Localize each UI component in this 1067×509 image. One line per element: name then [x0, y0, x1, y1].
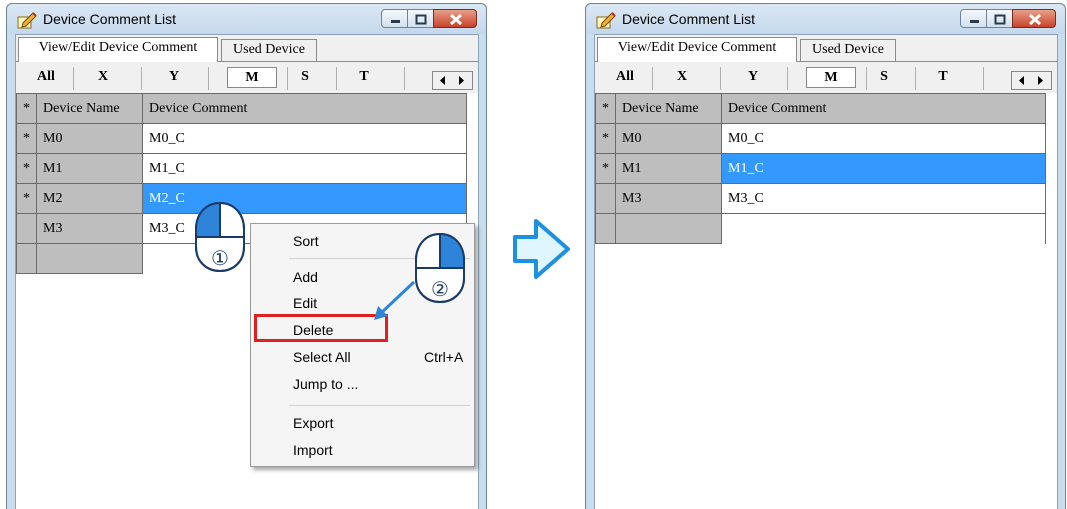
tab-used-device[interactable]: Used Device: [800, 39, 896, 61]
device-type-y[interactable]: Y: [733, 69, 773, 85]
device-type-x[interactable]: X: [662, 69, 702, 85]
table-row[interactable]: M3 M3_C: [595, 183, 1046, 214]
device-name-cell[interactable]: [36, 243, 143, 274]
table-row[interactable]: * M0 M0_C: [595, 123, 1046, 154]
header-marker: *: [16, 93, 37, 124]
right-device-comment-window: Device Comment List View/Edit Device Com…: [585, 3, 1066, 509]
scroll-right-icon[interactable]: [453, 72, 472, 89]
window-client: View/Edit Device Comment Used Device All…: [594, 34, 1058, 509]
row-marker[interactable]: *: [16, 123, 37, 154]
device-name-cell[interactable]: [615, 213, 722, 244]
device-type-m-label: M: [245, 70, 259, 85]
close-button[interactable]: [433, 9, 477, 28]
device-name-cell[interactable]: M0: [615, 123, 722, 154]
title-bar[interactable]: Device Comment List: [7, 4, 486, 34]
device-type-t[interactable]: T: [923, 69, 963, 85]
tab-page: All X Y M S T * Device Name Device Comme…: [595, 61, 1057, 509]
maximize-button[interactable]: [986, 9, 1013, 28]
row-marker[interactable]: *: [595, 123, 616, 154]
device-type-m[interactable]: M: [806, 67, 856, 88]
edit-list-icon: [596, 12, 616, 29]
device-name-cell[interactable]: M2: [36, 183, 143, 214]
device-comment-cell[interactable]: M2_C: [142, 183, 467, 214]
device-type-m-label: M: [824, 70, 838, 85]
row-marker[interactable]: *: [595, 153, 616, 184]
menu-item-import[interactable]: Import: [293, 442, 333, 458]
menu-item-jump-to[interactable]: Jump to ...: [293, 376, 358, 392]
device-type-all[interactable]: All: [605, 69, 645, 85]
select-all-shortcut: Ctrl+A: [424, 349, 464, 365]
comment-grid: * Device Name Device Comment * M0 M0_C *…: [595, 93, 1046, 244]
device-type-bar: All X Y M S T: [595, 62, 1057, 93]
grid-header-row: * Device Name Device Comment: [595, 93, 1046, 124]
tab-view-edit-device-comment[interactable]: View/Edit Device Comment: [597, 37, 797, 62]
device-comment-cell[interactable]: M1_C: [721, 153, 1046, 184]
step-2-label: ②: [431, 277, 449, 301]
table-row[interactable]: * M0 M0_C: [16, 123, 467, 154]
menu-item-add[interactable]: Add: [293, 269, 318, 285]
header-device-name[interactable]: Device Name: [36, 93, 143, 124]
minimize-button[interactable]: [381, 9, 408, 28]
device-type-x[interactable]: X: [83, 69, 123, 85]
row-marker[interactable]: [595, 213, 616, 244]
row-marker[interactable]: [16, 243, 37, 274]
menu-item-select-all[interactable]: Select All: [293, 349, 351, 365]
device-type-bar: All X Y M S T: [16, 62, 478, 93]
minimize-button[interactable]: [960, 9, 987, 28]
next-step-arrow-icon: [513, 219, 570, 279]
header-device-name[interactable]: Device Name: [615, 93, 722, 124]
delete-highlight-box: [254, 314, 388, 342]
device-comment-cell[interactable]: M3_C: [721, 183, 1046, 214]
device-type-y[interactable]: Y: [154, 69, 194, 85]
close-button[interactable]: [1012, 9, 1056, 28]
table-row[interactable]: * M1 M1_C: [16, 153, 467, 184]
tab-scroll-buttons: [432, 71, 473, 90]
device-comment-cell[interactable]: M0_C: [142, 123, 467, 154]
menu-item-edit[interactable]: Edit: [293, 295, 317, 311]
tab-view-edit-device-comment[interactable]: View/Edit Device Comment: [18, 37, 218, 62]
pointer-arrow-icon: [374, 280, 416, 320]
device-type-s[interactable]: S: [864, 69, 904, 85]
row-marker[interactable]: *: [16, 183, 37, 214]
window-title: Device Comment List: [622, 11, 756, 27]
device-name-cell[interactable]: M1: [615, 153, 722, 184]
device-name-cell[interactable]: M3: [36, 213, 143, 244]
title-bar[interactable]: Device Comment List: [586, 4, 1065, 34]
tab-strip: View/Edit Device Comment Used Device: [16, 35, 478, 62]
device-name-cell[interactable]: M3: [615, 183, 722, 214]
header-device-comment[interactable]: Device Comment: [142, 93, 467, 124]
header-marker: *: [595, 93, 616, 124]
menu-item-export[interactable]: Export: [293, 415, 333, 431]
row-marker[interactable]: [595, 183, 616, 214]
new-row[interactable]: [595, 213, 1046, 244]
device-comment-cell[interactable]: M1_C: [142, 153, 467, 184]
scroll-left-icon[interactable]: [1012, 72, 1031, 89]
device-type-all[interactable]: All: [26, 69, 66, 85]
edit-list-icon: [17, 12, 37, 29]
device-type-s[interactable]: S: [285, 69, 325, 85]
row-marker[interactable]: *: [16, 153, 37, 184]
device-name-cell[interactable]: M1: [36, 153, 143, 184]
device-comment-cell[interactable]: [721, 213, 1046, 244]
window-title: Device Comment List: [43, 11, 177, 27]
row-marker[interactable]: [16, 213, 37, 244]
table-row[interactable]: * M1 M1_C: [595, 153, 1046, 184]
right-click-mouse-icon: ②: [415, 232, 465, 304]
device-type-t[interactable]: T: [344, 69, 384, 85]
tab-used-device[interactable]: Used Device: [221, 39, 317, 61]
menu-item-sort[interactable]: Sort: [293, 233, 319, 249]
device-type-m[interactable]: M: [227, 67, 277, 88]
scroll-right-icon[interactable]: [1032, 72, 1051, 89]
tab-strip: View/Edit Device Comment Used Device: [595, 35, 1057, 62]
maximize-button[interactable]: [407, 9, 434, 28]
header-device-comment[interactable]: Device Comment: [721, 93, 1046, 124]
step-1-label: ①: [211, 246, 229, 270]
scroll-left-icon[interactable]: [433, 72, 452, 89]
tab-scroll-buttons: [1011, 71, 1052, 90]
left-click-mouse-icon: ①: [195, 201, 245, 273]
device-comment-cell[interactable]: M0_C: [721, 123, 1046, 154]
grid-header-row: * Device Name Device Comment: [16, 93, 467, 124]
device-name-cell[interactable]: M0: [36, 123, 143, 154]
